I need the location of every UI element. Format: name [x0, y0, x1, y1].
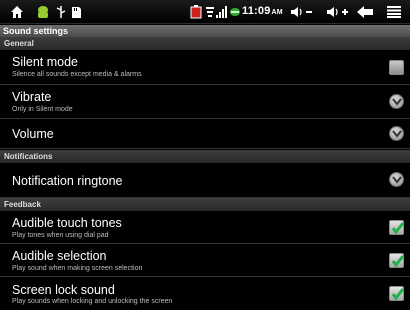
- silent-mode-checkbox[interactable]: [389, 60, 404, 75]
- usb-icon: [55, 2, 67, 22]
- audible-selection-row[interactable]: Audible selection Play sound when making…: [0, 244, 410, 277]
- volume-row[interactable]: Volume: [0, 119, 410, 149]
- row-title: Audible touch tones: [12, 216, 122, 230]
- green-indicator-icon: [229, 2, 241, 22]
- row-subtitle: Play sounds when locking and unlocking t…: [12, 298, 173, 305]
- home-icon[interactable]: [8, 2, 26, 22]
- status-bar: 11:09AM: [0, 0, 410, 24]
- touch-tones-checkbox[interactable]: [389, 220, 405, 235]
- row-title: Notification ringtone: [12, 174, 123, 188]
- wifi-icon: [205, 2, 215, 22]
- silent-mode-row[interactable]: Silent mode Silence all sounds except me…: [0, 50, 410, 85]
- section-notifications: Notifications: [0, 150, 410, 163]
- volume-dropdown-icon[interactable]: [389, 126, 404, 141]
- section-feedback: Feedback: [0, 198, 410, 211]
- row-title: Vibrate: [12, 90, 52, 104]
- row-title: Volume: [12, 127, 54, 141]
- audible-touch-tones-row[interactable]: Audible touch tones Play tones when usin…: [0, 211, 410, 244]
- notification-ringtone-row[interactable]: Notification ringtone: [0, 163, 410, 198]
- signal-icon: [216, 2, 228, 22]
- sd-card-icon: [70, 2, 82, 22]
- row-subtitle: Only in Silent mode: [12, 106, 73, 113]
- clock: 11:09AM: [242, 5, 283, 17]
- menu-icon[interactable]: [386, 2, 402, 22]
- back-icon[interactable]: [354, 2, 376, 22]
- ringtone-dropdown-icon[interactable]: [389, 172, 404, 187]
- row-subtitle: Silence all sounds except media & alarms: [12, 71, 142, 78]
- volume-down-icon[interactable]: [289, 2, 315, 22]
- row-subtitle: Play sound when making screen selection: [12, 265, 143, 272]
- row-title: Audible selection: [12, 249, 107, 263]
- row-title: Silent mode: [12, 55, 79, 69]
- battery-low-icon: [190, 2, 202, 22]
- audible-selection-checkbox[interactable]: [389, 253, 405, 268]
- vibrate-row[interactable]: Vibrate Only in Silent mode: [0, 85, 410, 119]
- volume-up-icon[interactable]: [325, 2, 351, 22]
- android-debug-icon: [36, 2, 50, 22]
- page-title: Sound settings: [0, 25, 410, 37]
- section-general: General: [0, 37, 410, 50]
- screen-lock-sound-row[interactable]: Screen lock sound Play sounds when locki…: [0, 277, 410, 310]
- vibrate-dropdown-icon[interactable]: [389, 94, 404, 109]
- row-title: Screen lock sound: [12, 283, 115, 297]
- row-subtitle: Play tones when using dial pad: [12, 232, 109, 239]
- screen-lock-checkbox[interactable]: [389, 286, 405, 301]
